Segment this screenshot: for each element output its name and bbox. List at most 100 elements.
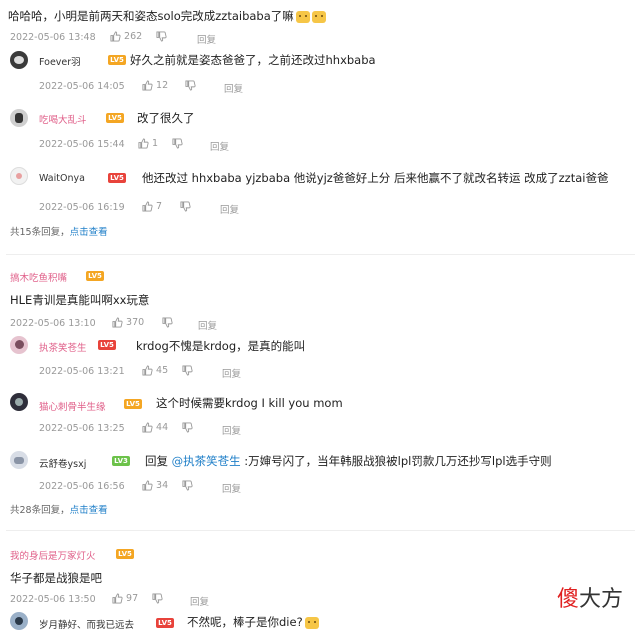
like-count: 262 — [124, 31, 143, 42]
reply-text: 他还改过 hhxbaba yjzbaba 他说yjz爸爸好上分 后来他赢不了就改… — [142, 171, 609, 185]
dislike-button[interactable] — [172, 138, 183, 149]
level-badge: LV3 — [112, 456, 130, 466]
reply-button[interactable]: 回复 — [190, 594, 209, 608]
reply-button[interactable]: 回复 — [222, 423, 241, 437]
thumb-down-icon — [172, 138, 183, 149]
username[interactable]: 云舒卷ysxj — [39, 456, 86, 470]
thumb-down-icon — [182, 422, 193, 433]
reply-count: 共15条回复， — [10, 227, 70, 238]
view-replies-link[interactable]: 点击查看 — [70, 505, 108, 516]
reply-count-footer: 共15条回复，点击查看 — [10, 224, 108, 238]
like-count: 12 — [156, 80, 169, 91]
level-badge: LV5 — [124, 399, 142, 409]
timestamp: 2022-05-06 13:25 — [39, 423, 125, 434]
like-button[interactable]: 44 — [142, 422, 168, 433]
avatar[interactable] — [10, 612, 28, 630]
username[interactable]: 执茶笑苍生 — [39, 340, 87, 354]
thumb-down-icon — [162, 317, 173, 328]
reply-prefix: 回复 — [145, 454, 172, 468]
reply-count: 共28条回复， — [10, 505, 70, 516]
username[interactable]: 我的身后是万家灯火 — [10, 548, 96, 562]
comment-meta: 2022-05-06 13:48 — [10, 32, 96, 43]
reply-text: 回复 @执茶笑苍生 :万婶号闪了，当年韩服战狼被lpl罚款几万还抄写lpl选手守… — [145, 454, 552, 468]
dislike-button[interactable] — [152, 593, 163, 604]
cat-emoji — [311, 10, 326, 23]
username[interactable]: Foever羽 — [39, 54, 81, 68]
username[interactable]: WaitOnya — [39, 173, 85, 184]
dislike-button[interactable] — [162, 317, 173, 328]
thumb-up-icon — [110, 31, 121, 42]
like-button[interactable]: 45 — [142, 365, 168, 376]
timestamp: 2022-05-06 13:10 — [10, 318, 96, 329]
timestamp: 2022-05-06 15:44 — [39, 139, 125, 150]
timestamp: 2022-05-06 13:50 — [10, 594, 96, 605]
view-replies-link[interactable]: 点击查看 — [70, 227, 108, 238]
like-count: 1 — [152, 138, 159, 149]
grin-emoji — [304, 616, 319, 629]
thumb-down-icon — [152, 593, 163, 604]
reply-text: 改了很久了 — [137, 111, 195, 125]
cat-emoji — [295, 10, 310, 23]
thumb-down-icon — [182, 480, 193, 491]
reply-button[interactable]: 回复 — [224, 81, 243, 95]
reply-button[interactable]: 回复 — [210, 139, 229, 153]
username[interactable]: 吃喝大乱斗 — [39, 112, 87, 126]
like-button[interactable]: 262 — [110, 31, 142, 42]
like-button[interactable]: 97 — [112, 593, 138, 604]
dislike-button[interactable] — [185, 80, 196, 91]
dislike-button[interactable] — [182, 365, 193, 376]
watermark: 傻大方 — [556, 587, 623, 612]
username[interactable]: 岁月静好、而我已远去 — [39, 617, 134, 631]
thumb-down-icon — [185, 80, 196, 91]
like-count: 97 — [126, 593, 139, 604]
timestamp: 2022-05-06 13:21 — [39, 366, 125, 377]
timestamp: 2022-05-06 16:56 — [39, 481, 125, 492]
thumb-down-icon — [156, 31, 167, 42]
level-badge: LV5 — [116, 549, 134, 559]
like-count: 44 — [156, 422, 169, 433]
divider — [6, 530, 635, 531]
reply-text: 不然呢，棒子是你die? — [187, 614, 319, 630]
reply-count-footer: 共28条回复，点击查看 — [10, 502, 108, 516]
avatar[interactable] — [10, 109, 28, 127]
reply-button[interactable]: 回复 — [222, 366, 241, 380]
thumb-up-icon — [138, 138, 149, 149]
level-badge: LV5 — [108, 173, 126, 183]
dislike-button[interactable] — [182, 422, 193, 433]
username[interactable]: 猫心刺骨半生缘 — [39, 399, 106, 413]
dislike-button[interactable] — [156, 31, 167, 42]
reply-text: 这个时候需要krdog I kill you mom — [156, 396, 343, 410]
timestamp: 2022-05-06 14:05 — [39, 81, 125, 92]
reply-button[interactable]: 回复 — [197, 32, 216, 46]
reply-button[interactable]: 回复 — [220, 202, 239, 216]
divider — [6, 254, 635, 255]
level-badge: LV5 — [108, 55, 126, 65]
thumb-up-icon — [142, 422, 153, 433]
avatar[interactable] — [10, 336, 28, 354]
avatar[interactable] — [10, 167, 28, 185]
level-badge: LV5 — [106, 113, 124, 123]
reply-text: 好久之前就是姿态爸爸了，之前还改过hhxbaba — [130, 53, 376, 67]
like-button[interactable]: 12 — [142, 80, 168, 91]
like-button[interactable]: 1 — [138, 138, 158, 149]
thumb-up-icon — [142, 201, 153, 212]
like-button[interactable]: 7 — [142, 201, 162, 212]
reply-button[interactable]: 回复 — [198, 318, 217, 332]
dislike-button[interactable] — [180, 201, 191, 212]
level-badge: LV5 — [86, 271, 104, 281]
avatar[interactable] — [10, 451, 28, 469]
dislike-button[interactable] — [182, 480, 193, 491]
avatar[interactable] — [10, 51, 28, 69]
avatar[interactable] — [10, 393, 28, 411]
reply-button[interactable]: 回复 — [222, 481, 241, 495]
like-count: 34 — [156, 480, 169, 491]
thumb-up-icon — [112, 317, 123, 328]
username[interactable]: 搞木吃鱼积嘴 — [10, 270, 67, 284]
like-count: 7 — [156, 201, 163, 212]
like-count: 45 — [156, 365, 169, 376]
thumb-up-icon — [142, 365, 153, 376]
mention-link[interactable]: @执茶笑苍生 — [172, 454, 241, 468]
like-button[interactable]: 34 — [142, 480, 168, 491]
like-button[interactable]: 370 — [112, 317, 144, 328]
like-count: 370 — [126, 317, 145, 328]
